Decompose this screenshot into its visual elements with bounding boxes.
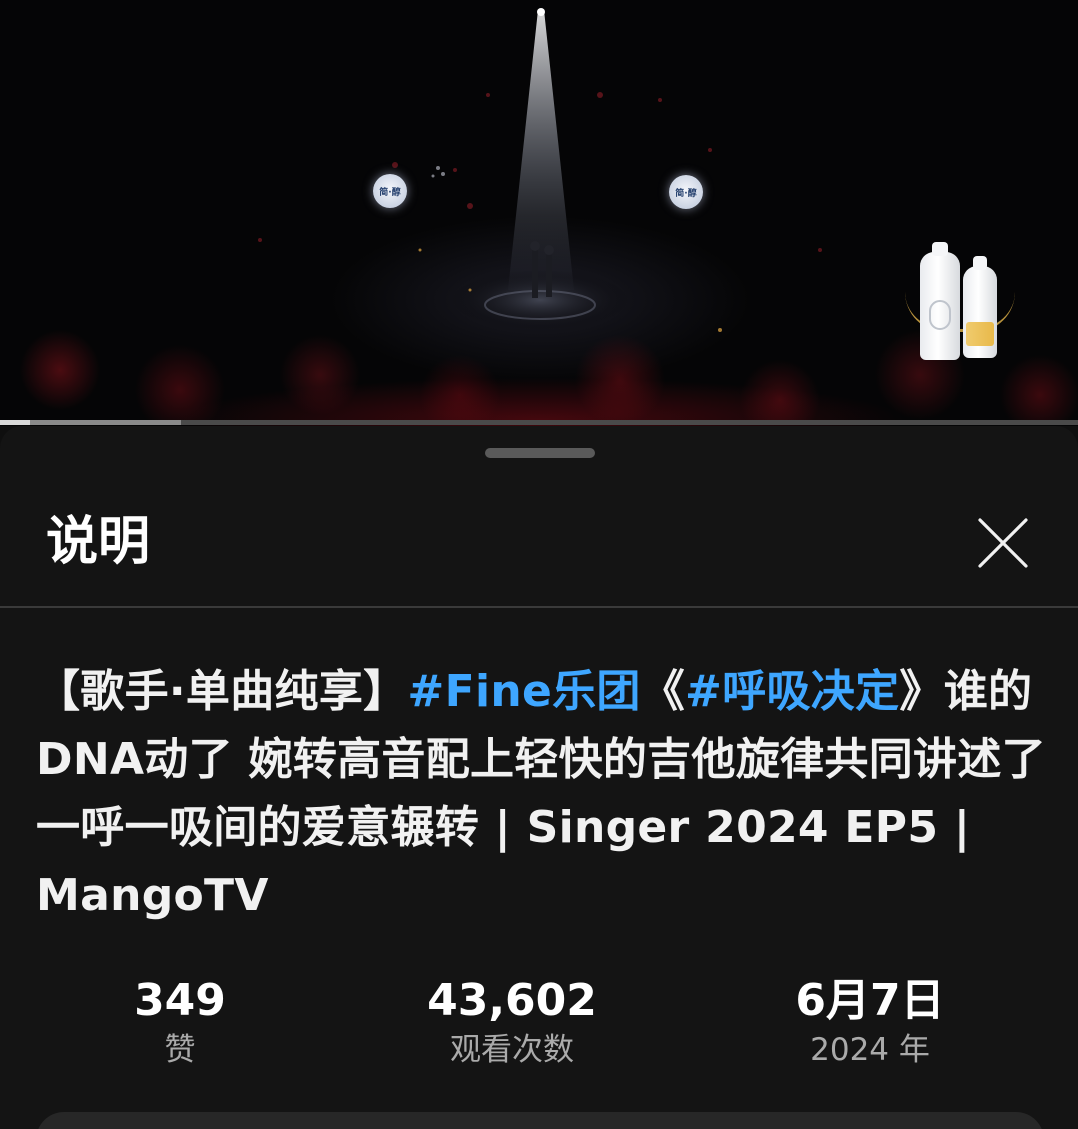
title-text: 【歌手·单曲纯享】 [36, 666, 408, 717]
video-progress-bar[interactable] [0, 420, 1078, 425]
video-player[interactable]: 简·醇 简·醇 [0, 0, 1078, 426]
product-bottle-large [920, 242, 960, 360]
likes-label: 赞 [164, 1032, 196, 1068]
upload-year: 2024 年 [810, 1032, 930, 1068]
upload-date: 6月7日 [795, 975, 945, 1026]
sponsor-disc-text: 简·醇 [675, 188, 697, 199]
likes-stat: 349 赞 [80, 974, 280, 1070]
hashtag-link[interactable]: #呼吸决定 [685, 666, 899, 717]
sponsor-product-image [905, 240, 1015, 365]
views-stat: 43,602 观看次数 [380, 974, 644, 1070]
page: 简·醇 简·醇 说明 【歌手·单曲纯享】#Fine乐团《#呼吸决定》谁的DNA动… [0, 0, 1078, 1129]
sheet-drag-handle[interactable] [485, 448, 595, 458]
progress-played [0, 420, 31, 425]
hashtag-link[interactable]: #Fine乐团 [407, 666, 640, 717]
sponsor-logo-right: 简·醇 [669, 175, 703, 209]
sponsor-logo-left: 简·醇 [373, 174, 407, 208]
title-text: 《 [640, 666, 686, 717]
close-icon [978, 518, 1028, 568]
sheet-divider [0, 606, 1078, 608]
views-count: 43,602 [427, 975, 597, 1026]
close-button[interactable] [976, 516, 1030, 570]
likes-count: 349 [134, 975, 226, 1026]
video-stats: 349 赞 43,602 观看次数 6月7日 2024 年 [0, 974, 1078, 1084]
views-label: 观看次数 [450, 1032, 574, 1068]
product-bottle-small [963, 256, 997, 358]
video-title: 【歌手·单曲纯享】#Fine乐团《#呼吸决定》谁的DNA动了 婉转高音配上轻快的… [36, 658, 1046, 930]
sponsor-disc-text: 简·醇 [379, 187, 401, 198]
upload-date-stat: 6月7日 2024 年 [760, 974, 980, 1070]
description-sheet: 说明 【歌手·单曲纯享】#Fine乐团《#呼吸决定》谁的DNA动了 婉转高音配上… [0, 426, 1078, 1129]
next-section-card[interactable] [36, 1112, 1044, 1129]
sheet-title: 说明 [46, 512, 151, 572]
